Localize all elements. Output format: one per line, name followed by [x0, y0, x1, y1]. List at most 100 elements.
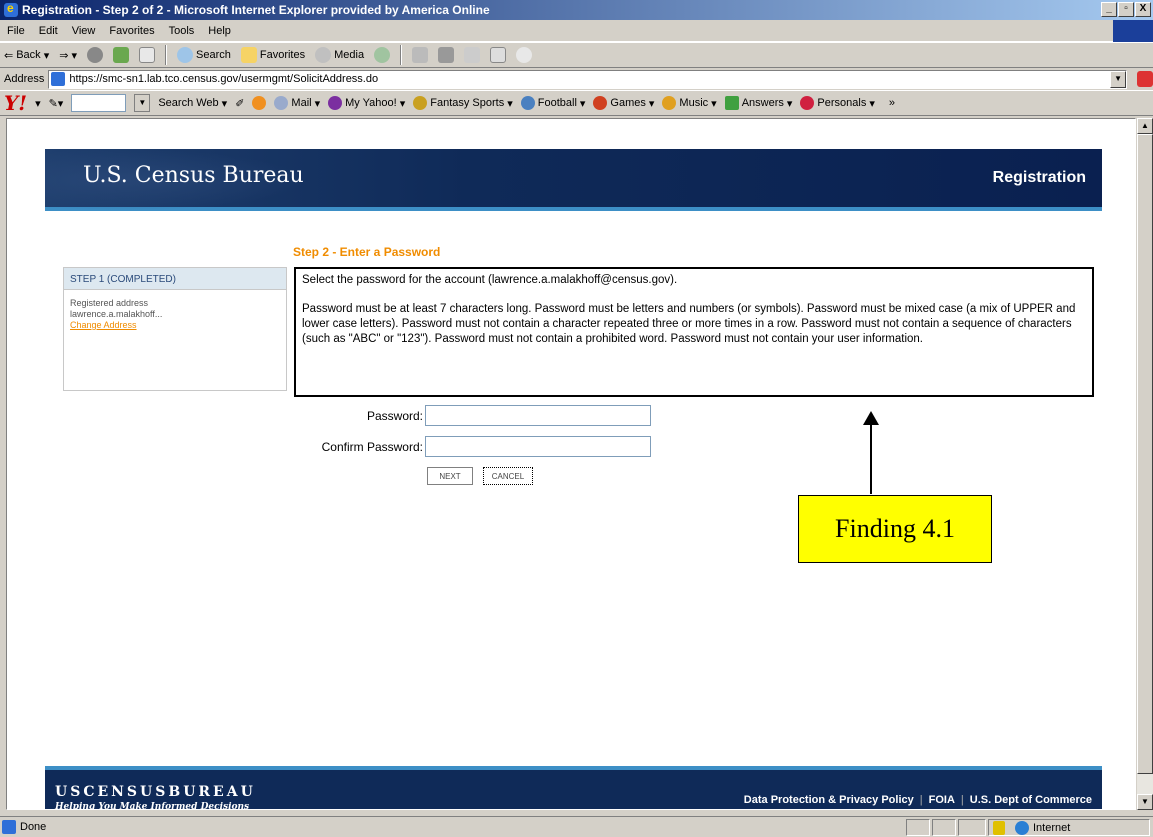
games-button[interactable]: Games ▾: [593, 96, 654, 110]
password-row: Password:: [299, 405, 651, 426]
menu-tools[interactable]: Tools: [162, 25, 202, 37]
search-web-button[interactable]: Search Web ▾: [158, 97, 227, 110]
menu-help[interactable]: Help: [201, 25, 238, 37]
menu-file[interactable]: File: [0, 25, 32, 37]
status-bar: Done Internet: [0, 816, 1153, 837]
pencil-icon[interactable]: ✎▾: [49, 97, 64, 110]
address-label: Address: [4, 73, 45, 85]
vertical-scrollbar[interactable]: ▲ ▼: [1137, 118, 1153, 810]
scroll-up-icon[interactable]: ▲: [1137, 118, 1153, 134]
confirm-password-field[interactable]: [425, 436, 651, 457]
chevron-down-icon[interactable]: ▾: [44, 49, 50, 62]
password-field[interactable]: [425, 405, 651, 426]
back-button[interactable]: ⇐ Back ▾: [4, 49, 49, 62]
scroll-down-icon[interactable]: ▼: [1137, 794, 1153, 810]
separator: [400, 45, 403, 65]
mail-label: Mail: [291, 97, 312, 109]
aol-logo: [1113, 20, 1153, 42]
confirm-password-row: Confirm Password:: [299, 436, 651, 457]
status-text: Done: [2, 820, 46, 834]
maximize-button[interactable]: ▫: [1118, 2, 1134, 17]
popup-blocker-icon[interactable]: [252, 96, 267, 110]
ie-icon: [4, 1, 18, 17]
separator: |: [960, 794, 964, 806]
cancel-button[interactable]: CANCEL: [483, 467, 533, 485]
messenger-icon[interactable]: [516, 47, 533, 63]
answers-button[interactable]: Answers ▾: [724, 96, 792, 110]
close-button[interactable]: X: [1135, 2, 1151, 17]
sidebar-head: STEP 1 (COMPLETED): [64, 268, 286, 290]
history-icon[interactable]: [374, 47, 391, 63]
mail-icon[interactable]: [412, 47, 429, 63]
acrobat-icon[interactable]: [1137, 71, 1153, 87]
chevron-down-icon[interactable]: ▼: [1110, 70, 1127, 88]
menu-view[interactable]: View: [65, 25, 103, 37]
yahoo-logo-icon[interactable]: Y!: [4, 91, 27, 115]
change-address-link[interactable]: Change Address: [70, 320, 137, 330]
select-password-text: Select the password for the account (law…: [302, 274, 678, 286]
media-label: Media: [334, 49, 365, 61]
menu-favorites[interactable]: Favorites: [102, 25, 161, 37]
separator: |: [919, 794, 923, 806]
password-rules-text: Password must be at least 7 characters l…: [302, 303, 1076, 345]
discuss-icon[interactable]: [490, 47, 507, 63]
page-icon: [2, 820, 16, 834]
standard-toolbar: ⇐ Back ▾ ⇒ ▾ Search Favorites Media: [0, 42, 1153, 68]
home-icon[interactable]: [139, 47, 156, 63]
search-button[interactable]: Search: [177, 47, 231, 63]
more-chevron-icon[interactable]: »: [889, 97, 895, 109]
edit-icon[interactable]: [464, 47, 481, 63]
commerce-link[interactable]: U.S. Dept of Commerce: [970, 794, 1092, 806]
scroll-thumb[interactable]: [1137, 134, 1153, 774]
refresh-icon[interactable]: [113, 47, 130, 63]
chevron-down-icon: ▾: [221, 97, 228, 110]
fantasy-sports-button[interactable]: Fantasy Sports ▾: [413, 96, 513, 110]
menu-edit[interactable]: Edit: [32, 25, 65, 37]
answers-label: Answers: [741, 97, 784, 109]
music-button[interactable]: Music ▾: [662, 96, 717, 110]
my-yahoo-button[interactable]: My Yahoo! ▾: [328, 96, 405, 110]
search-icon: [177, 47, 194, 63]
personals-label: Personals: [817, 97, 867, 109]
games-label: Games: [610, 97, 646, 109]
football-button[interactable]: Football ▾: [520, 96, 585, 110]
annotation-arrow-line: [870, 424, 872, 494]
title-bar: Registration - Step 2 of 2 - Microsoft I…: [0, 0, 1153, 20]
password-label: Password:: [366, 408, 423, 423]
media-icon: [315, 47, 332, 63]
sidebar-line-1: Registered address: [70, 298, 149, 308]
status-cell: [958, 819, 986, 836]
answers-icon: [724, 96, 739, 110]
favorites-button[interactable]: Favorites: [240, 47, 306, 63]
privacy-policy-link[interactable]: Data Protection & Privacy Policy: [744, 794, 914, 806]
stop-icon[interactable]: [87, 47, 104, 63]
minimize-button[interactable]: _: [1101, 2, 1117, 17]
zone-label: Internet: [1033, 821, 1071, 834]
address-input[interactable]: https://smc-sn1.lab.tco.census.gov/userm…: [48, 69, 1128, 89]
address-bar: Address https://smc-sn1.lab.tco.census.g…: [0, 68, 1153, 90]
personals-button[interactable]: Personals ▾: [800, 96, 875, 110]
chevron-down-icon[interactable]: ▾: [35, 97, 41, 110]
yahoo-toolbar: Y! ▾ ✎▾ ▼ Search Web ▾ ✐ Mail ▾ My Yahoo!…: [0, 90, 1153, 116]
media-button[interactable]: Media: [315, 47, 364, 63]
search-web-label: Search Web: [158, 97, 219, 109]
forward-button[interactable]: ⇒ ▾: [59, 49, 77, 62]
step-sidebar: STEP 1 (COMPLETED) Registered address la…: [63, 267, 287, 391]
yahoo-mail-button[interactable]: Mail ▾: [274, 96, 320, 110]
step-title: Step 2 - Enter a Password: [293, 245, 441, 259]
next-button[interactable]: NEXT: [427, 467, 473, 485]
status-label: Done: [20, 821, 47, 833]
foia-link[interactable]: FOIA: [929, 794, 955, 806]
highlight-icon[interactable]: ✐: [235, 97, 244, 110]
football-icon: [520, 96, 535, 110]
status-cell: [932, 819, 956, 836]
back-label: Back: [16, 49, 41, 61]
print-icon[interactable]: [438, 47, 455, 63]
window-controls: _ ▫ X: [1101, 2, 1151, 17]
favorites-label: Favorites: [259, 49, 306, 61]
chevron-down-icon[interactable]: ▼: [134, 94, 151, 112]
page-icon: [51, 72, 66, 86]
section-title: Registration: [992, 169, 1086, 186]
yahoo-search-input[interactable]: [71, 94, 127, 112]
census-title: U.S. Census Bureau: [83, 163, 304, 188]
